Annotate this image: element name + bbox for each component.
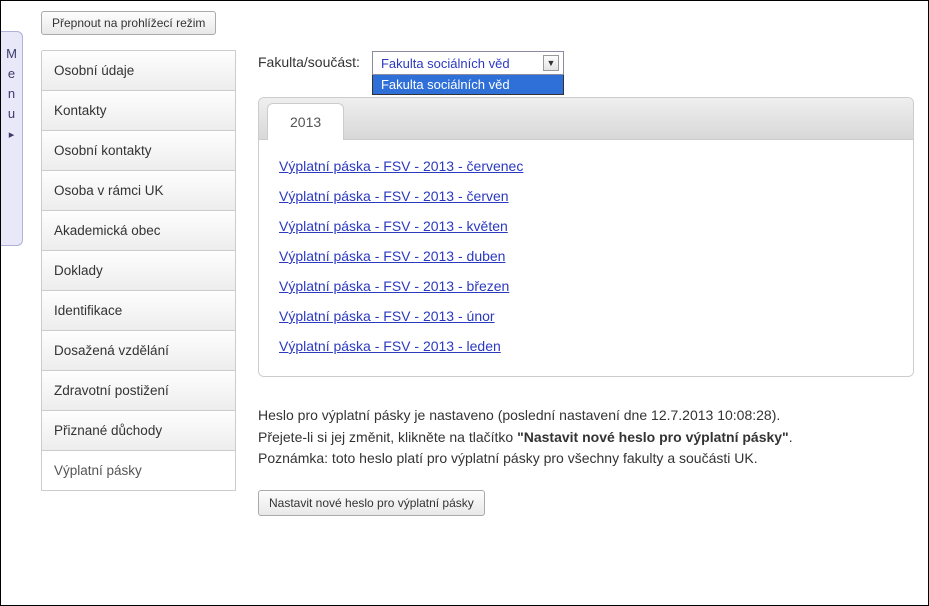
menu-expand-icon: ▸ <box>9 129 15 141</box>
info-date: 12.7.2013 10:08:28 <box>651 407 772 423</box>
sidebar-item-vyplatni-pasky[interactable]: Výplatní pásky <box>42 450 236 491</box>
payslip-link[interactable]: Výplatní páska - FSV - 2013 - únor <box>279 308 893 324</box>
info-text: Heslo pro výplatní pásky je nastaveno (p… <box>258 407 651 423</box>
set-password-button[interactable]: Nastavit nové heslo pro výplatní pásky <box>258 490 485 516</box>
sidebar-item-duchody[interactable]: Přiznané důchody <box>42 410 236 451</box>
chevron-down-icon: ▼ <box>543 55 559 71</box>
payslip-link[interactable]: Výplatní páska - FSV - 2013 - červenec <box>279 158 893 174</box>
menu-tab-letter: n <box>1 84 22 104</box>
sidebar-item-akademicka-obec[interactable]: Akademická obec <box>42 210 236 251</box>
info-text: . <box>789 429 793 445</box>
sidebar-item-identifikace[interactable]: Identifikace <box>42 290 236 331</box>
sidebar-item-osobni-udaje[interactable]: Osobní údaje <box>42 50 236 91</box>
password-info: Heslo pro výplatní pásky je nastaveno (p… <box>258 405 914 470</box>
payslip-panel: 2013 Výplatní páska - FSV - 2013 - červe… <box>258 97 914 377</box>
payslip-link[interactable]: Výplatní páska - FSV - 2013 - leden <box>279 338 893 354</box>
sidebar-item-osoba-uk[interactable]: Osoba v rámci UK <box>42 170 236 211</box>
sidebar-item-doklady[interactable]: Doklady <box>42 250 236 291</box>
sidebar: Osobní údaje Kontakty Osobní kontakty Os… <box>41 51 236 491</box>
payslip-link[interactable]: Výplatní páska - FSV - 2013 - duben <box>279 248 893 264</box>
faculty-select[interactable]: Fakulta sociálních věd ▼ <box>372 51 564 75</box>
sidebar-item-zdravotni[interactable]: Zdravotní postižení <box>42 370 236 411</box>
info-text: Poznámka: toto heslo platí pro výplatní … <box>258 450 758 466</box>
faculty-label: Fakulta/součást: <box>258 51 360 70</box>
sidebar-item-vzdelani[interactable]: Dosažená vzdělání <box>42 330 236 371</box>
switch-mode-button[interactable]: Přepnout na prohlížecí režim <box>41 11 216 35</box>
faculty-select-value: Fakulta sociálních věd <box>381 56 510 71</box>
payslip-link[interactable]: Výplatní páska - FSV - 2013 - červen <box>279 188 893 204</box>
sidebar-item-kontakty[interactable]: Kontakty <box>42 90 236 131</box>
sidebar-item-osobni-kontakty[interactable]: Osobní kontakty <box>42 130 236 171</box>
info-bold: "Nastavit nové heslo pro výplatní pásky" <box>517 429 789 445</box>
info-text: ). <box>772 407 781 423</box>
faculty-dropdown: Fakulta sociálních věd <box>372 75 564 95</box>
menu-collapse-tab[interactable]: M e n u ▸ <box>1 31 23 246</box>
faculty-option[interactable]: Fakulta sociálních věd <box>373 75 563 94</box>
menu-tab-letter: M <box>1 44 22 64</box>
payslip-link[interactable]: Výplatní páska - FSV - 2013 - květen <box>279 218 893 234</box>
tab-2013[interactable]: 2013 <box>267 103 344 140</box>
tab-strip: 2013 <box>259 98 913 140</box>
info-text: Přejete-li si jej změnit, klikněte na tl… <box>258 429 517 445</box>
menu-tab-letter: u <box>1 104 22 124</box>
tab-body: Výplatní páska - FSV - 2013 - červenec V… <box>259 140 913 376</box>
menu-tab-letter: e <box>1 64 22 84</box>
payslip-link[interactable]: Výplatní páska - FSV - 2013 - březen <box>279 278 893 294</box>
